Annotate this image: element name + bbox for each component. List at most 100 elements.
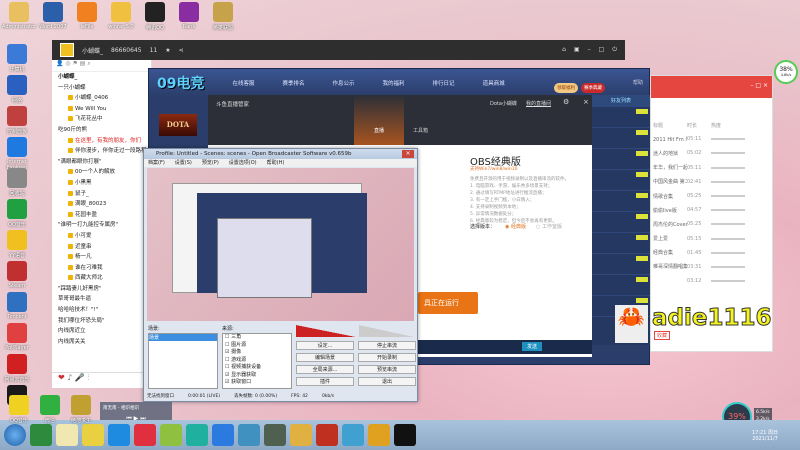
yy-title-bar[interactable]: 小蝴蝶_ 86660645 11 ★ ⋖ ⌂ ▣ – □ ⏻ — [52, 40, 625, 60]
taskbar-app-icon[interactable] — [368, 424, 390, 446]
yy-home-icon[interactable] — [60, 43, 74, 57]
song-row[interactable]: 周杰伦的Cover集05:25 — [651, 217, 772, 231]
yy-toolbar[interactable]: 👤 ◎ ⚑ ▤ ⌕ — [52, 60, 151, 72]
tab-live[interactable]: 直播 — [354, 95, 404, 145]
desktop-icon[interactable]: winrar 5.0 — [104, 2, 138, 30]
clock-time[interactable]: 17:21 周日 — [752, 429, 778, 436]
obs-menu-item[interactable]: 设置选项(O) — [229, 159, 257, 167]
music-window-controls[interactable]: – □ × — [746, 76, 772, 95]
close-button[interactable]: × — [583, 98, 589, 106]
taskbar-app-icon[interactable] — [108, 424, 130, 446]
desktop-icon[interactable]: 控制面板 — [0, 106, 34, 135]
scene-item[interactable]: 场景 — [149, 334, 217, 341]
obs-menu-item[interactable]: 帮助(H) — [267, 159, 285, 167]
source-item[interactable]: ☑ 摄像 — [223, 349, 291, 357]
desktop-icon[interactable]: 腾讯QQ — [138, 2, 172, 31]
yy-user[interactable]: 小可爱 — [52, 231, 151, 242]
desktop-icon[interactable]: PotPlayer — [0, 323, 34, 351]
desktop-icon[interactable]: Internet Explorer — [0, 137, 34, 171]
yy-subchannel[interactable]: "满眼都眼你打展" — [52, 157, 151, 168]
minimize-button[interactable]: – — [588, 46, 591, 54]
favorite-button[interactable]: 收藏 — [654, 331, 671, 340]
taskbar-app-icon[interactable] — [238, 424, 260, 446]
yy-user[interactable]: 伴你漫步，伴你走过一段路程 — [52, 146, 151, 157]
my-room-link[interactable]: 我的直播间 — [526, 100, 551, 107]
yy-user[interactable]: 鼠子_ — [52, 189, 151, 200]
welfare-button[interactable]: 领取福利 — [554, 83, 578, 93]
taskbar-app-icon[interactable] — [82, 424, 104, 446]
yy-user[interactable]: 小蝴蝶_0406 — [52, 93, 151, 104]
friend-list-tab[interactable]: 好友列表 — [592, 95, 650, 107]
source-item[interactable]: ☑ 获取窗口 — [223, 379, 291, 387]
yy-subchannel[interactable]: 草哥哥最牛逼 — [52, 294, 151, 305]
scenes-list[interactable]: 场景 — [148, 333, 218, 389]
season-button[interactable]: 赛季典藏 — [581, 83, 605, 93]
yy-subchannel[interactable]: 一只小蝴蝶 — [52, 83, 151, 94]
obs-button[interactable]: 编辑场景 — [296, 353, 354, 362]
desktop-icon[interactable]: 微信 — [33, 395, 67, 424]
taskbar-app-icon[interactable] — [160, 424, 182, 446]
share-icon[interactable]: ⋖ — [179, 47, 184, 54]
yy-subchannel[interactable]: 内线席关关 — [52, 337, 151, 348]
yy-top-channel[interactable]: 小蝴蝶_ — [52, 72, 151, 83]
platform-nav-item[interactable]: 道具商城 — [483, 79, 505, 87]
dota-game-tile[interactable]: DOTA — [159, 114, 197, 136]
desktop-volume-meter[interactable] — [359, 325, 414, 337]
radio-studio[interactable]: ○ 工作室版 — [536, 223, 562, 230]
obs-button[interactable]: 全局来源... — [296, 365, 354, 374]
song-row[interactable]: 年华，我们一起 05:11 — [651, 161, 772, 175]
yy-user[interactable]: 飞花花丛中 — [52, 114, 151, 125]
obs-close-button[interactable]: × — [402, 150, 414, 158]
platform-nav-item[interactable]: 作息公示 — [333, 79, 355, 87]
yy-user[interactable]: 西藏大师北 — [52, 273, 151, 284]
friend-item[interactable] — [592, 128, 650, 149]
taskbar-app-icon[interactable] — [264, 424, 286, 446]
song-row[interactable]: 2011 Hit Fm 年度05:11 — [651, 132, 772, 146]
yy-subchannel[interactable]: 吃90斤的熊 — [52, 125, 151, 136]
radio-classic[interactable]: ◉ 经典版 — [505, 223, 526, 230]
yy-user[interactable]: 在这里，有我的朋友，你们 — [52, 136, 151, 147]
help-link[interactable]: 帮助 — [633, 79, 643, 86]
douyu-user[interactable]: Dota小蝴蝶 — [490, 100, 517, 107]
desktop-icon[interactable]: 绝地求生 — [64, 395, 98, 424]
mic-volume-meter[interactable] — [296, 325, 356, 337]
obs-button[interactable]: 开始录制 — [358, 353, 416, 362]
desktop-icon[interactable]: 网易云音乐 — [0, 354, 34, 383]
desktop-icon[interactable]: Word 2007 — [36, 2, 70, 30]
yy-user[interactable]: 00一个人的解放 — [52, 167, 151, 178]
platform-nav-item[interactable]: 我的福利 — [383, 79, 405, 87]
sources-list[interactable]: ☐ 三角 ☐ 图片源 ☑ 摄像 ☐ 游戏源 ☐ 视频捕获设备 ☑ 显示器获取 ☑ 获取窗口 — [222, 333, 292, 389]
yy-bottom-controls[interactable]: ❤ ♪ 🎤 ⫶ — [52, 372, 152, 388]
obs-menu-item[interactable]: 预览(P) — [202, 159, 219, 167]
source-item[interactable]: ☐ 三角 — [223, 334, 291, 342]
home-icon[interactable]: ⌂ — [562, 46, 566, 54]
yy-user[interactable]: 杨一凡 — [52, 252, 151, 263]
platform-nav-item[interactable]: 排行日记 — [433, 79, 455, 87]
desktop-icon[interactable]: Administrator — [2, 2, 36, 30]
source-item[interactable]: ☐ 视频捕获设备 — [223, 364, 291, 372]
net-speed-widget[interactable]: 38% 4.8k/s — [774, 60, 798, 84]
friend-item[interactable] — [592, 254, 650, 275]
friend-item[interactable] — [592, 149, 650, 170]
taskbar-app-icon[interactable] — [290, 424, 312, 446]
friend-item[interactable] — [592, 107, 650, 128]
yy-subchannel[interactable]: 哈哈哈技术！"!" — [52, 305, 151, 316]
power-icon[interactable]: ⏻ — [612, 46, 617, 54]
start-button[interactable] — [4, 424, 26, 446]
maximize-button[interactable]: □ — [599, 46, 605, 54]
yy-subchannel[interactable]: 我们哪位坏恐头局" — [52, 316, 151, 327]
desktop-icon[interactable]: YY语音 — [0, 230, 34, 259]
platform-nav-item[interactable]: 赛季排名 — [283, 79, 305, 87]
obs-button[interactable]: 停止串流 — [358, 341, 416, 350]
yy-channel-list[interactable]: 👤 ◎ ⚑ ▤ ⌕ 小蝴蝶_ 一只小蝴蝶 小蝴蝶_0406 We Will You 飞… — [52, 60, 152, 388]
desktop-icon[interactable]: Steam — [0, 261, 34, 289]
obs-button[interactable]: 插件 — [296, 377, 354, 386]
desktop-icon[interactable]: Tencent — [0, 292, 34, 320]
desktop-icon[interactable]: Rank — [172, 2, 206, 30]
yy-user[interactable]: 花园丰盈 — [52, 210, 151, 221]
tab-tools[interactable]: 工具箱 — [413, 127, 428, 134]
favorite-icon[interactable]: ★ — [165, 47, 170, 54]
yy-user[interactable]: 满眼_80023 — [52, 199, 151, 210]
song-row[interactable]: 偷偷live版 04:57 — [651, 203, 772, 217]
taskbar-app-icon[interactable] — [394, 424, 416, 446]
